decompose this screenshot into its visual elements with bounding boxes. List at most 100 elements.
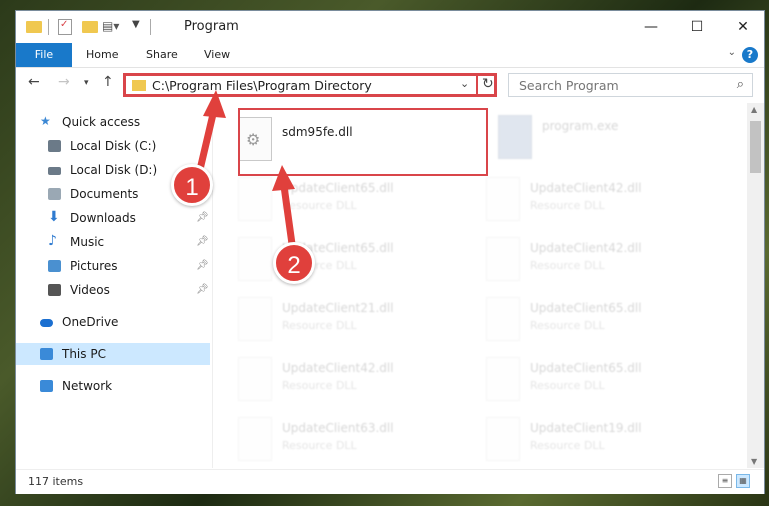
sidebar-item-label: Music [70, 235, 105, 249]
properties-icon[interactable]: ✓ [58, 19, 72, 35]
file-type: Resource DLL [282, 199, 357, 212]
dll-file-icon [238, 177, 272, 221]
file-item[interactable]: UpdateClient21.dll Resource DLL [238, 297, 478, 353]
vertical-scrollbar[interactable]: ▲ ▼ [747, 103, 764, 468]
close-button[interactable]: ✕ [720, 11, 766, 43]
dll-file-icon [486, 417, 520, 461]
divider [48, 19, 49, 35]
title-bar: ✓ ▤▾ ▼ Program — ☐ ✕ [16, 11, 764, 43]
sidebar-item-label: Documents [70, 187, 139, 201]
file-item[interactable]: UpdateClient65.dll Resource DLL [486, 297, 726, 353]
dll-file-icon [238, 297, 272, 341]
large-icons-view-icon[interactable]: ▦ [736, 474, 750, 488]
file-name: UpdateClient65.dll [282, 181, 394, 195]
sidebar-item-label: Quick access [62, 115, 141, 129]
navigation-bar: ← → ▾ ↑ C:\Program Files\Program Directo… [16, 68, 764, 100]
sidebar-item-videos[interactable]: Videos 📌︎ [16, 279, 210, 301]
customize-toolbar-icon[interactable]: ▤▾ [102, 19, 119, 35]
file-item[interactable]: UpdateClient42.dll Resource DLL [238, 357, 478, 413]
ribbon-tabs: File Home Share View ⌄ ? [16, 43, 764, 68]
sidebar-item-pictures[interactable]: Pictures 📌︎ [16, 255, 210, 277]
dll-file-icon [486, 357, 520, 401]
tab-file[interactable]: File [16, 43, 72, 67]
file-name: UpdateClient21.dll [282, 301, 394, 315]
folder-icon [132, 80, 146, 91]
chevron-down-icon[interactable]: ▼ [132, 19, 140, 35]
search-input[interactable] [517, 77, 731, 94]
status-bar: 117 items ≡ ▦ [16, 469, 764, 494]
file-name: UpdateClient42.dll [530, 181, 642, 195]
file-item[interactable]: UpdateClient63.dll Resource DLL [238, 417, 478, 468]
file-item-program[interactable]: program.exe [498, 115, 738, 171]
videos-icon [48, 284, 61, 296]
divider [150, 19, 151, 35]
sidebar-item-downloads[interactable]: ⬇ Downloads 📌︎ [16, 207, 210, 229]
file-name: UpdateClient19.dll [530, 421, 642, 435]
file-item[interactable]: UpdateClient19.dll Resource DLL [486, 417, 726, 468]
tab-share[interactable]: Share [146, 43, 178, 67]
sidebar-item-network[interactable]: Network [16, 375, 210, 397]
tab-view[interactable]: View [204, 43, 230, 67]
file-type: Resource DLL [530, 319, 605, 332]
new-folder-icon[interactable] [82, 21, 98, 33]
pin-icon[interactable]: 📌︎ [196, 279, 209, 301]
file-type: Resource DLL [282, 319, 357, 332]
dll-file-icon [238, 357, 272, 401]
back-arrow-icon[interactable]: ← [28, 74, 40, 90]
forward-arrow-icon[interactable]: → [58, 74, 70, 90]
pin-icon[interactable]: 📌︎ [196, 255, 209, 277]
file-type: Resource DLL [530, 379, 605, 392]
sidebar-item-onedrive[interactable]: OneDrive [16, 311, 210, 333]
refresh-icon[interactable]: ↻ [482, 76, 494, 92]
network-icon [40, 380, 53, 392]
music-icon: ♪ [48, 233, 57, 249]
dll-file-icon [486, 237, 520, 281]
minimize-button[interactable]: — [628, 11, 674, 43]
file-name: UpdateClient65.dll [530, 301, 642, 315]
computer-icon [40, 348, 53, 360]
file-type: Resource DLL [282, 439, 357, 452]
address-path[interactable]: C:\Program Files\Program Directory [152, 78, 372, 93]
item-count: 117 items [28, 475, 84, 488]
address-bar[interactable]: C:\Program Files\Program Directory ⌄ ↻ [123, 73, 497, 97]
navigation-pane: ★ Quick access Local Disk (C:) Local Dis… [16, 103, 213, 468]
sidebar-item-local-disk-c[interactable]: Local Disk (C:) [16, 135, 210, 157]
step-1-badge: 1 [171, 164, 213, 206]
sidebar-item-quick-access[interactable]: ★ Quick access [16, 111, 210, 133]
dll-file-icon [486, 297, 520, 341]
details-view-icon[interactable]: ≡ [718, 474, 732, 488]
search-box[interactable]: ⌕ [508, 73, 753, 97]
recent-locations-icon[interactable]: ▾ [84, 78, 89, 88]
file-type: Resource DLL [530, 439, 605, 452]
folder-icon [26, 21, 42, 33]
cloud-icon [40, 319, 53, 327]
file-highlight-box [238, 108, 488, 176]
up-arrow-icon[interactable]: ↑ [102, 74, 114, 90]
file-item[interactable]: UpdateClient65.dll Resource DLL [238, 177, 478, 233]
file-name: UpdateClient42.dll [530, 241, 642, 255]
pin-icon[interactable]: 📌︎ [196, 231, 209, 253]
dll-file-icon [238, 237, 272, 281]
sidebar-item-label: Network [62, 379, 113, 393]
chevron-down-icon[interactable]: ⌄ [460, 77, 469, 90]
sidebar-item-music[interactable]: ♪ Music 📌︎ [16, 231, 210, 253]
tab-home[interactable]: Home [86, 43, 118, 67]
chevron-down-icon[interactable]: ⌄ [728, 47, 736, 58]
file-item[interactable]: UpdateClient42.dll Resource DLL [486, 237, 726, 293]
scrollbar-thumb[interactable] [750, 121, 761, 173]
help-button[interactable]: ? [742, 47, 758, 63]
pin-icon[interactable]: 📌︎ [196, 207, 209, 229]
sidebar-item-this-pc[interactable]: This PC [16, 343, 210, 365]
maximize-button[interactable]: ☐ [674, 11, 720, 43]
file-item[interactable]: UpdateClient65.dll Resource DLL [486, 357, 726, 413]
step-2-badge: 2 [273, 242, 315, 284]
window-title: Program [184, 19, 239, 34]
scroll-down-icon[interactable]: ▼ [751, 457, 757, 466]
documents-icon [48, 188, 61, 200]
scroll-up-icon[interactable]: ▲ [751, 105, 757, 114]
sidebar-item-label: Local Disk (C:) [70, 139, 157, 153]
explorer-window: ✓ ▤▾ ▼ Program — ☐ ✕ File Home Share Vie… [15, 10, 765, 494]
file-item[interactable]: UpdateClient42.dll Resource DLL [486, 177, 726, 233]
pictures-icon [48, 260, 61, 272]
search-icon[interactable]: ⌕ [737, 77, 744, 92]
